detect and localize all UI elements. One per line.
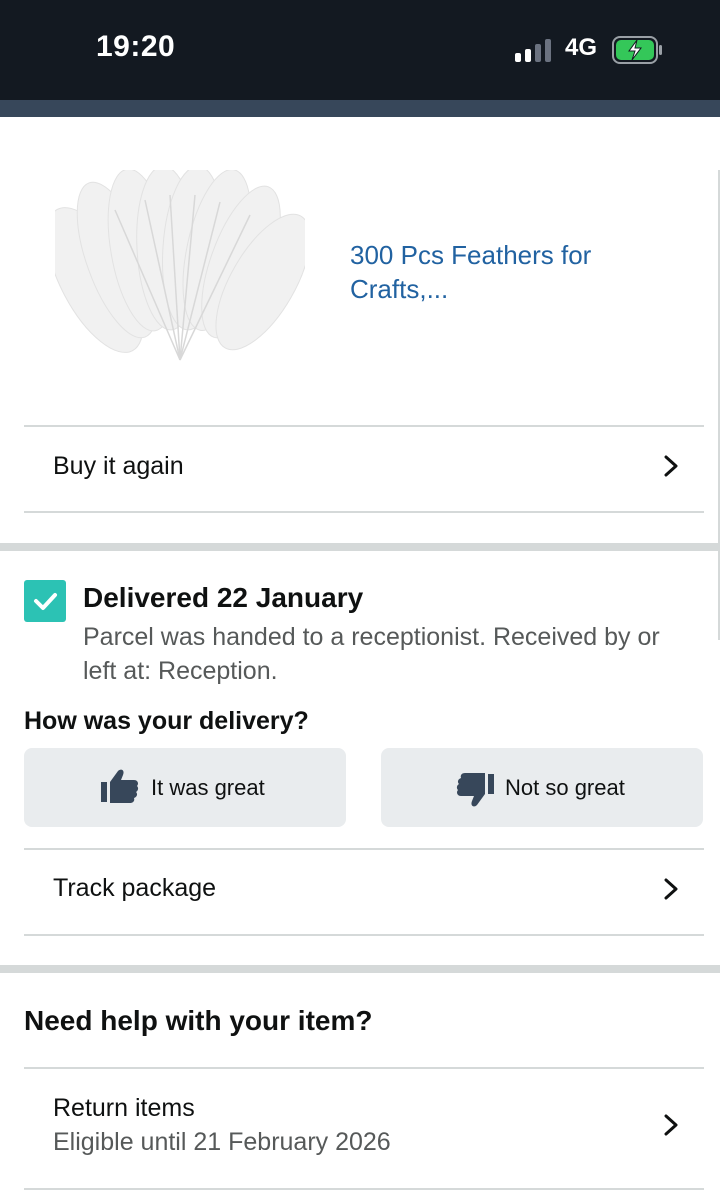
chevron-right-icon [664, 878, 678, 900]
divider [24, 511, 704, 513]
divider [24, 934, 704, 936]
buy-again-label: Buy it again [53, 452, 184, 480]
divider [24, 1188, 704, 1190]
chevron-right-icon [664, 455, 678, 477]
battery-charging-icon [612, 36, 662, 64]
not-so-great-button[interactable]: Not so great [381, 748, 703, 827]
clock: 19:20 [96, 30, 176, 63]
divider [24, 848, 704, 850]
help-section-title: Need help with your item? [24, 1005, 373, 1036]
thumbs-down-icon [456, 773, 494, 807]
white-feathers-image[interactable] [55, 170, 305, 370]
delivery-feedback-question: How was your delivery? [24, 707, 309, 735]
divider [24, 425, 704, 427]
section-separator [0, 543, 720, 551]
status-bar: 19:20 4G [0, 0, 720, 100]
delivery-status: Delivered 22 January [83, 582, 364, 613]
not-so-great-label: Not so great [505, 775, 625, 800]
network-type: 4G [565, 34, 598, 61]
thumbs-up-icon [101, 769, 139, 803]
chevron-right-icon [664, 1114, 678, 1136]
delivered-check-icon [24, 580, 66, 622]
track-package-label: Track package [53, 874, 217, 902]
header-strip [0, 100, 720, 117]
return-eligibility: Eligible until 21 February 2026 [53, 1128, 391, 1156]
section-separator [0, 965, 720, 973]
signal-bars-icon [515, 38, 555, 62]
return-items-label: Return items [53, 1094, 195, 1122]
delivery-detail: Parcel was handed to a receptionist. Rec… [83, 623, 660, 685]
it-was-great-label: It was great [151, 775, 265, 800]
divider [24, 1067, 704, 1069]
product-title-link[interactable]: 300 Pcs Feathers for Crafts,... [350, 238, 650, 306]
it-was-great-button[interactable]: It was great [24, 748, 346, 827]
